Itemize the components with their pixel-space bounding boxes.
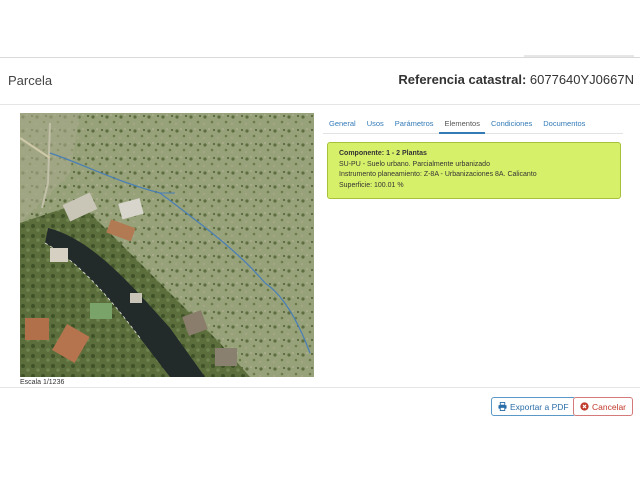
component-title-label: Componente: [339, 150, 385, 157]
tab-usos[interactable]: Usos [361, 116, 389, 134]
component-title: Componente: 1 - 2 Plantas [339, 149, 609, 160]
parcel-modal: Parcela Referencia catastral: 6077640YJ0… [0, 57, 640, 480]
cadastral-reference-label: Referencia catastral: [398, 72, 527, 87]
component-title-value: 1 - 2 Plantas [386, 150, 427, 157]
cadastral-reference-value: 6077640YJ0667N [529, 72, 634, 87]
tab-elementos[interactable]: Elementos [438, 116, 485, 134]
close-circle-icon [580, 402, 589, 411]
modal-header: Parcela Referencia catastral: 6077640YJ0… [0, 58, 640, 104]
component-line-surface: Superficie: 100.01 % [339, 181, 404, 189]
tab-parametros[interactable]: Parámetros [389, 116, 439, 134]
cancel-label: Cancelar [592, 401, 627, 412]
tab-documentos[interactable]: Documentos [537, 116, 590, 134]
parcel-map[interactable] [20, 113, 314, 377]
map-scale: Escala 1/1236 [20, 379, 65, 386]
export-pdf-label: Exportar a PDF [510, 401, 569, 412]
page-backdrop [0, 0, 640, 58]
print-icon [498, 402, 507, 411]
tab-general[interactable]: General [323, 116, 361, 134]
cadastral-reference: Referencia catastral: 6077640YJ0667N [398, 72, 634, 87]
aerial-map-image [20, 113, 314, 377]
footer-divider [0, 387, 640, 388]
component-panel: Componente: 1 - 2 Plantas SU-PU - Suelo … [327, 142, 621, 199]
tab-condiciones[interactable]: Condiciones [485, 116, 537, 134]
header-divider [0, 104, 640, 105]
component-line-zone: SU-PU - Suelo urbano. Parcialmente urban… [339, 160, 490, 168]
modal-title: Parcela [8, 73, 53, 88]
export-pdf-button[interactable]: Exportar a PDF [491, 397, 576, 416]
detail-tabs: General Usos Parámetros Elementos Condic… [323, 116, 623, 134]
component-line-instrument: Instrumento planeamiento: Z-8A - Urbaniz… [339, 171, 537, 178]
cancel-button[interactable]: Cancelar [573, 397, 634, 416]
